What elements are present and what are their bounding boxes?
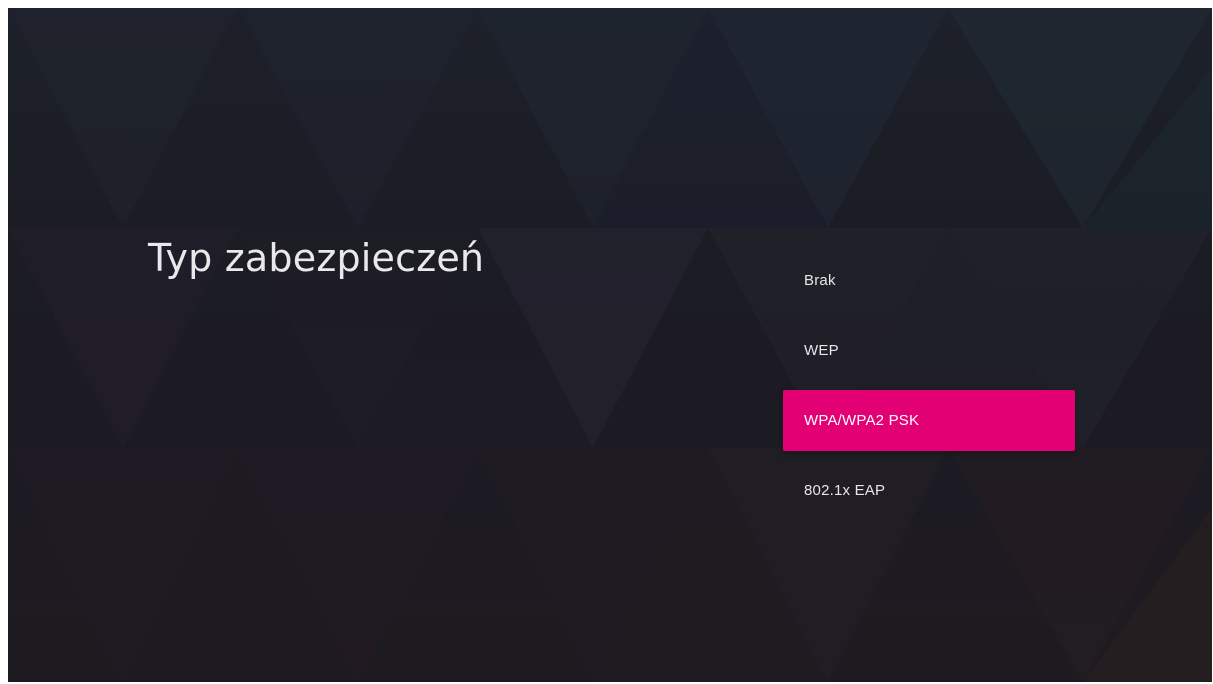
option-wep[interactable]: WEP — [783, 320, 1075, 381]
page-title: Typ zabezpieczeń — [148, 236, 485, 280]
option-802-1x-eap[interactable]: 802.1x EAP — [783, 460, 1075, 521]
option-none[interactable]: Brak — [783, 250, 1075, 311]
tv-settings-screen: Typ zabezpieczeń Brak WEP WPA/WPA2 PSK 8… — [8, 8, 1212, 682]
security-type-list: Brak WEP WPA/WPA2 PSK 802.1x EAP — [783, 250, 1075, 530]
option-wpa-wpa2-psk[interactable]: WPA/WPA2 PSK — [783, 390, 1075, 451]
